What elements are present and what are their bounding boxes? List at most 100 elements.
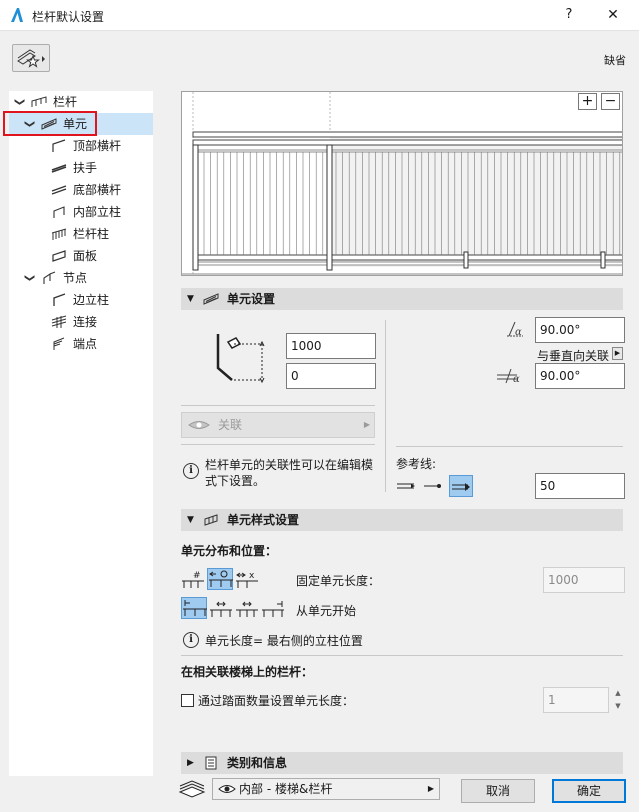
segment-height-input[interactable]: 1000 [286, 333, 376, 359]
section-title: 单元样式设置 [227, 513, 300, 527]
tree-item-label: 顶部横杆 [73, 139, 122, 153]
start-center-icon[interactable] [209, 599, 233, 619]
tree-item-baluster[interactable]: 栏杆柱 [9, 223, 153, 245]
distribution-fixed-icon[interactable] [207, 568, 233, 590]
angle2-icon: α [497, 368, 520, 385]
tread-count-input[interactable]: 1 [543, 687, 609, 713]
close-button[interactable]: ✕ [600, 4, 626, 26]
start-both-icon[interactable] [235, 599, 259, 619]
railing-preview[interactable] [181, 91, 623, 276]
tree-item-panel[interactable]: 面板 [9, 245, 153, 267]
angle2-input[interactable]: 90.00° [535, 363, 625, 389]
inner-post-icon [53, 206, 65, 218]
divider [385, 320, 386, 492]
stepper-down-icon[interactable]: ▼ [611, 700, 625, 713]
divider [396, 446, 623, 447]
expand-triangle-icon[interactable]: ▶ [187, 752, 194, 774]
tree-item-label: 边立柱 [73, 293, 110, 307]
node-icon [43, 271, 56, 284]
start-left-icon[interactable] [181, 597, 207, 619]
tree-item-label: 栏杆柱 [73, 227, 110, 241]
tree-item-label: 面板 [73, 249, 98, 263]
reference-offset-input[interactable]: 50 [535, 473, 625, 499]
panel-icon [52, 250, 66, 262]
svg-text:α: α [515, 327, 522, 338]
tread-count-stepper[interactable]: ▲ ▼ [611, 687, 625, 713]
perpendicular-link-label: 与垂直向关联 [537, 349, 610, 363]
settings-tree: ❯ 栏杆 ❯ 单元 顶部横杆 扶手 底部横杆 内部立柱 栏杆柱 面板 ❯ 节点 … [9, 91, 153, 776]
relate-button-label: 关联 [218, 418, 243, 432]
segment-offset-input[interactable]: 0 [286, 363, 376, 389]
height-offset-diagram-icon [216, 334, 265, 384]
help-button[interactable]: ? [556, 4, 582, 26]
segment-length-info: 单元长度= 最右侧的立柱位置 [205, 634, 363, 648]
segment-pattern-icon [204, 514, 218, 526]
cancel-button[interactable]: 取消 [461, 779, 535, 803]
eye-link-icon [188, 421, 210, 429]
stepper-up-icon[interactable]: ▲ [611, 687, 625, 700]
section-title: 类别和信息 [227, 756, 288, 770]
distribution-free-icon[interactable]: x [235, 570, 259, 590]
tree-item-handrail[interactable]: 扶手 [9, 157, 153, 179]
stair-railing-label: 在相关联楼梯上的栏杆： [181, 665, 314, 679]
distribution-label: 单元分布和位置： [181, 544, 278, 558]
default-label: 缺省 [604, 54, 626, 67]
segment-pattern-header[interactable]: ▼ 单元样式设置 [181, 509, 623, 531]
segment-settings-header[interactable]: ▼ 单元设置 [181, 288, 623, 310]
selection-highlight-box [3, 111, 97, 136]
info-icon: i [183, 463, 199, 479]
tree-item-nodes[interactable]: ❯ 节点 [9, 267, 153, 289]
fixed-length-input[interactable]: 1000 [543, 567, 625, 593]
svg-text:#: # [193, 571, 201, 581]
divider [181, 444, 375, 445]
relate-button[interactable]: 关联 ▶ [181, 412, 375, 438]
endpoint-icon [53, 337, 65, 350]
title-bar: 栏杆默认设置 ? ✕ [0, 0, 639, 31]
tree-item-connection[interactable]: 连接 [9, 311, 153, 333]
classification-header[interactable]: ▶ 类别和信息 [181, 752, 623, 774]
tree-item-railing[interactable]: ❯ 栏杆 [9, 91, 153, 113]
chevron-down-icon[interactable]: ❯ [18, 274, 40, 282]
railing-preview-drawing [182, 92, 622, 275]
tree-item-label: 底部横杆 [73, 183, 122, 197]
tree-item-label: 扶手 [73, 161, 98, 175]
tree-item-label: 端点 [73, 337, 98, 351]
tree-item-bottom-rail[interactable]: 底部横杆 [9, 179, 153, 201]
connection-icon [51, 315, 67, 328]
distribution-count-icon[interactable]: # [181, 570, 205, 590]
angle-input[interactable]: 90.00° [535, 317, 625, 343]
tree-item-top-rail[interactable]: 顶部横杆 [9, 135, 153, 157]
zoom-out-button[interactable]: − [601, 93, 620, 110]
collapse-triangle-icon[interactable]: ▼ [187, 288, 194, 310]
classification-icon [205, 756, 217, 770]
tree-item-inner-post[interactable]: 内部立柱 [9, 201, 153, 223]
info-icon: i [183, 632, 199, 648]
tree-item-endpoint[interactable]: 端点 [9, 333, 153, 355]
segment-info-text: 栏杆单元的关联性可以在编辑模 [205, 458, 374, 472]
end-post-icon [53, 293, 66, 306]
svg-text:x: x [249, 571, 255, 581]
layer-stack-icon [178, 780, 206, 798]
tread-count-checkbox[interactable] [181, 694, 194, 707]
chevron-down-icon[interactable]: ❯ [8, 98, 30, 106]
perpendicular-link-arrow-icon[interactable]: ▶ [612, 347, 623, 360]
ref-line-right-icon[interactable] [449, 475, 473, 497]
segment-info-text-2: 式下设置。 [205, 474, 266, 488]
ref-line-center-icon[interactable] [423, 477, 445, 497]
collapse-triangle-icon[interactable]: ▼ [187, 509, 194, 531]
section-title: 单元设置 [227, 292, 276, 306]
start-right-icon[interactable] [261, 599, 285, 619]
favorites-button[interactable] [12, 44, 50, 72]
layer-select[interactable]: 内部 - 楼梯&栏杆 ▶ [212, 778, 440, 800]
tread-count-label: 通过踏面数量设置单元长度： [198, 694, 355, 708]
ref-line-left-icon[interactable] [396, 477, 418, 497]
divider [181, 655, 623, 656]
tree-item-label: 节点 [63, 271, 88, 285]
tree-item-end-post[interactable]: 边立柱 [9, 289, 153, 311]
bottom-rail-icon [51, 185, 67, 195]
layer-select-value: 内部 - 楼梯&栏杆 [239, 782, 333, 796]
zoom-in-button[interactable]: + [578, 93, 597, 110]
ok-button[interactable]: 确定 [552, 779, 626, 803]
tree-item-label: 连接 [73, 315, 98, 329]
top-rail-icon [52, 139, 66, 152]
